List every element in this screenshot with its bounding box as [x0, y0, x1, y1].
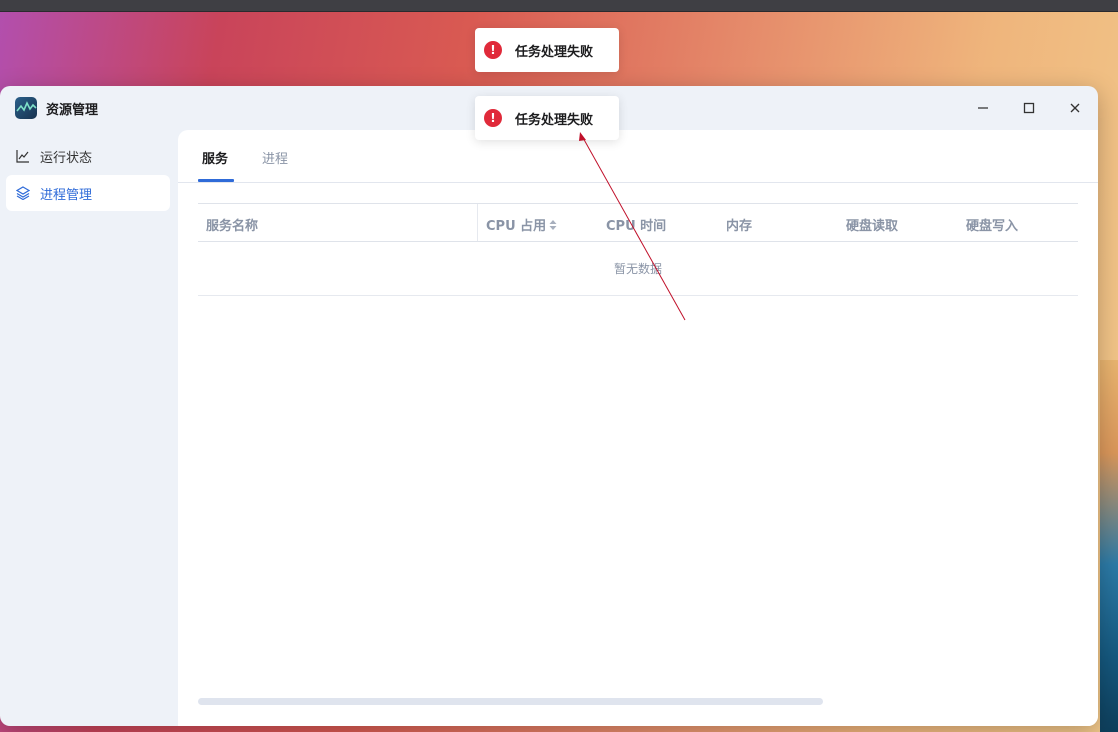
annotation-arrow — [579, 132, 686, 321]
